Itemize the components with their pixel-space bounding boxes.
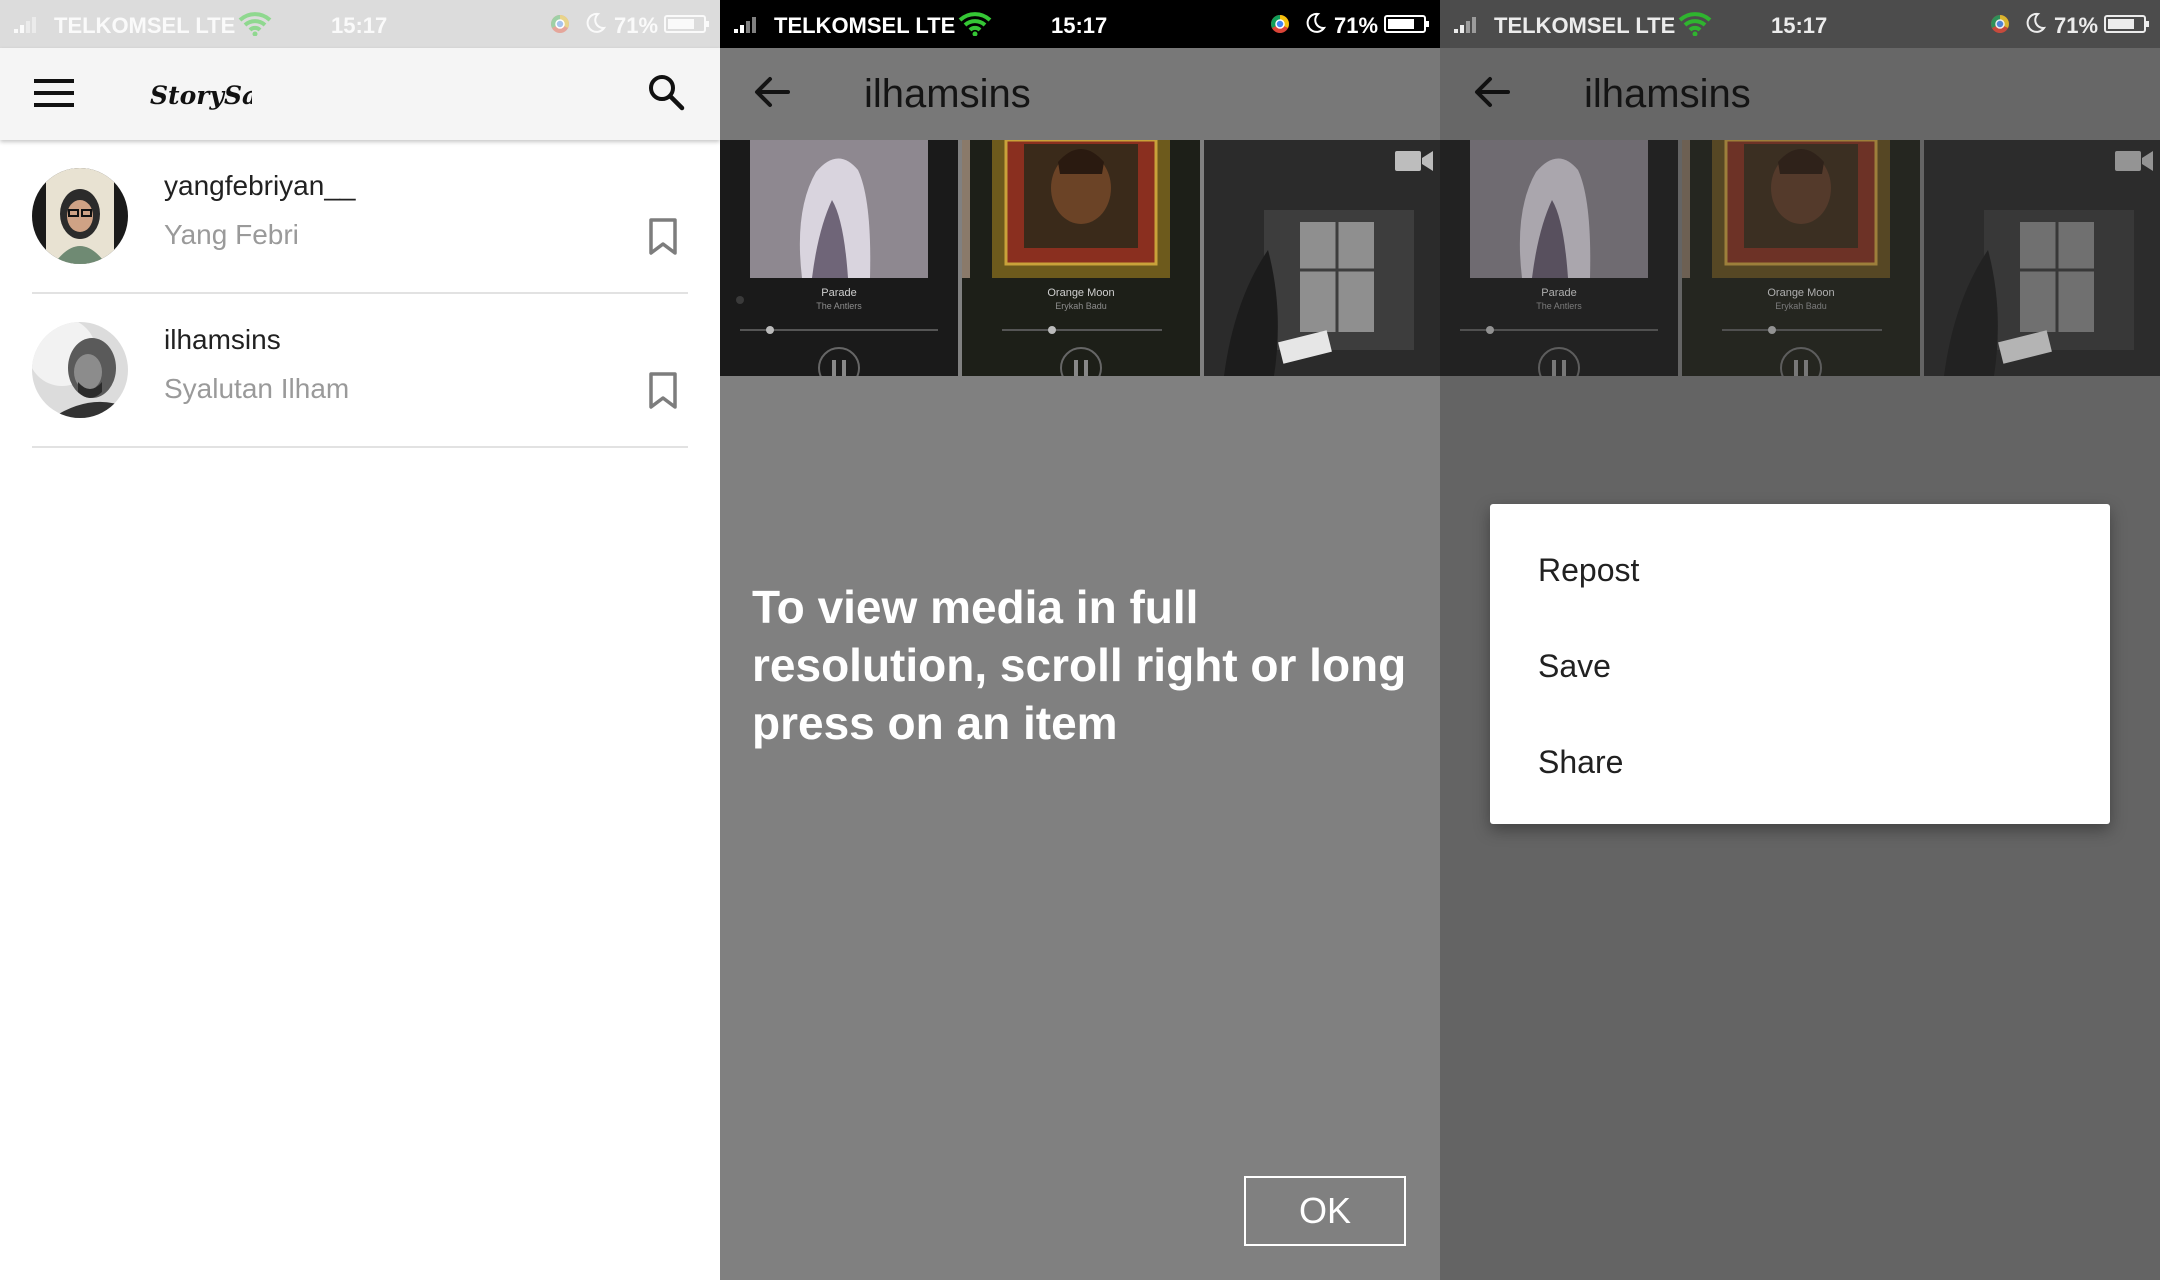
avatar — [32, 168, 128, 264]
screen-profile-hint: TELKOMSEL LTE 15:17 71% ilhamsins Parade… — [720, 0, 1440, 1280]
context-menu: Repost Save Share — [1490, 504, 2110, 824]
moon-icon — [1306, 12, 1326, 33]
hamburger-menu-icon[interactable] — [34, 77, 74, 109]
back-arrow-icon[interactable] — [754, 74, 790, 110]
battery-percent: 71% — [2054, 13, 2099, 38]
bookmark-outline-icon[interactable] — [648, 218, 678, 256]
account-full-name: Yang Febri — [164, 219, 299, 250]
back-arrow-icon[interactable] — [1474, 74, 1510, 110]
media-song-title: Parade — [821, 287, 857, 299]
app-bar: ilhamsins — [1440, 48, 2160, 140]
carrier-label: TELKOMSEL LTE — [1494, 13, 1676, 38]
wifi-icon — [1678, 12, 1712, 36]
svg-text:StorySaver: StorySaver — [150, 81, 252, 110]
battery-icon — [1384, 15, 1429, 33]
clock: 15:17 — [1771, 13, 1828, 38]
media-strip: Parade The Antlers Orange Moon Erykah Ba… — [720, 140, 1440, 376]
account-username: ilhamsins — [164, 324, 281, 355]
avatar — [32, 322, 128, 418]
ok-button[interactable]: OK — [1244, 1176, 1406, 1246]
account-username: yangfebriyan__ — [164, 170, 356, 201]
account-row[interactable]: yangfebriyan__ Yang Febri — [0, 140, 720, 294]
chrome-icon — [551, 15, 569, 33]
wifi-icon — [958, 12, 992, 36]
clock: 15:17 — [1051, 13, 1108, 38]
menu-item-save[interactable]: Save — [1538, 648, 1611, 685]
battery-icon — [2104, 15, 2149, 33]
moon-icon — [586, 12, 606, 33]
media-thumbnail[interactable]: Parade The Antlers — [720, 140, 958, 376]
status-bar: TELKOMSEL LTE 15:17 71% — [1440, 0, 2160, 48]
account-row[interactable]: ilhamsins Syalutan Ilham — [0, 294, 720, 448]
video-camera-icon — [1395, 151, 1433, 171]
carrier-label: TELKOMSEL LTE — [54, 13, 236, 38]
signal-icon — [1454, 17, 1476, 33]
chrome-icon — [1991, 15, 2009, 33]
profile-title: ilhamsins — [864, 72, 1031, 116]
media-artist: Erykah Badu — [1055, 301, 1107, 311]
hint-message: To view media in full resolution, scroll… — [752, 581, 1407, 749]
signal-icon — [734, 17, 756, 33]
wifi-icon — [238, 12, 272, 36]
app-bar: ilhamsins — [720, 48, 1440, 140]
battery-percent: 71% — [614, 13, 659, 38]
battery-percent: 71% — [1334, 13, 1379, 38]
account-full-name: Syalutan Ilham — [164, 373, 350, 404]
screen-profile-context-menu: TELKOMSEL LTE 15:17 71% ilhamsins Parade… — [1440, 0, 2160, 1280]
app-bar: StorySaver — [0, 48, 720, 140]
media-thumbnail[interactable] — [1204, 140, 1440, 376]
screen-account-list: TELKOMSEL LTE 15:17 71% StorySaver yangf… — [0, 0, 720, 1280]
signal-icon — [14, 17, 36, 33]
divider — [32, 446, 688, 448]
menu-item-share[interactable]: Share — [1538, 744, 1623, 781]
media-song-title: Orange Moon — [1047, 287, 1115, 299]
battery-icon — [664, 15, 709, 33]
chrome-icon — [1271, 15, 1289, 33]
profile-title: ilhamsins — [1584, 72, 1751, 116]
storysaver-logo: StorySaver — [150, 81, 252, 110]
media-thumbnail[interactable]: Orange Moon Erykah Badu — [962, 140, 1200, 376]
status-bar: TELKOMSEL LTE 15:17 71% — [720, 0, 1440, 48]
bookmark-outline-icon[interactable] — [648, 372, 678, 410]
menu-item-repost[interactable]: Repost — [1538, 552, 1639, 589]
moon-icon — [2026, 12, 2046, 33]
clock: 15:17 — [331, 13, 388, 38]
carrier-label: TELKOMSEL LTE — [774, 13, 956, 38]
search-icon[interactable] — [646, 72, 686, 112]
media-artist: The Antlers — [816, 301, 862, 311]
status-bar: TELKOMSEL LTE 15:17 71% — [0, 0, 720, 48]
